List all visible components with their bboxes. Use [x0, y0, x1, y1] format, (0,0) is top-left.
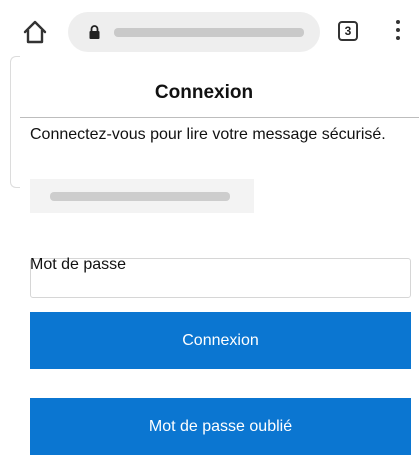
lock-icon — [88, 25, 101, 39]
address-bar-url-redacted — [114, 28, 304, 37]
tab-switcher-icon[interactable]: 3 — [338, 21, 358, 41]
home-icon[interactable] — [22, 19, 48, 45]
page-title: Connexion — [154, 82, 254, 103]
login-button[interactable]: Connexion — [30, 312, 411, 369]
email-value-redacted — [50, 191, 230, 201]
page-header: Connexion — [20, 68, 419, 118]
page-frame-edge — [10, 56, 20, 188]
browser-toolbar: 3 — [0, 0, 419, 62]
address-bar[interactable] — [68, 12, 320, 52]
forgot-password-button[interactable]: Mot de passe oublié — [30, 398, 411, 455]
password-label: Mot de passe — [30, 256, 127, 273]
intro-text: Connectez-vous pour lire votre message s… — [30, 126, 386, 143]
email-field[interactable] — [30, 179, 254, 213]
more-vertical-icon[interactable] — [393, 18, 403, 44]
